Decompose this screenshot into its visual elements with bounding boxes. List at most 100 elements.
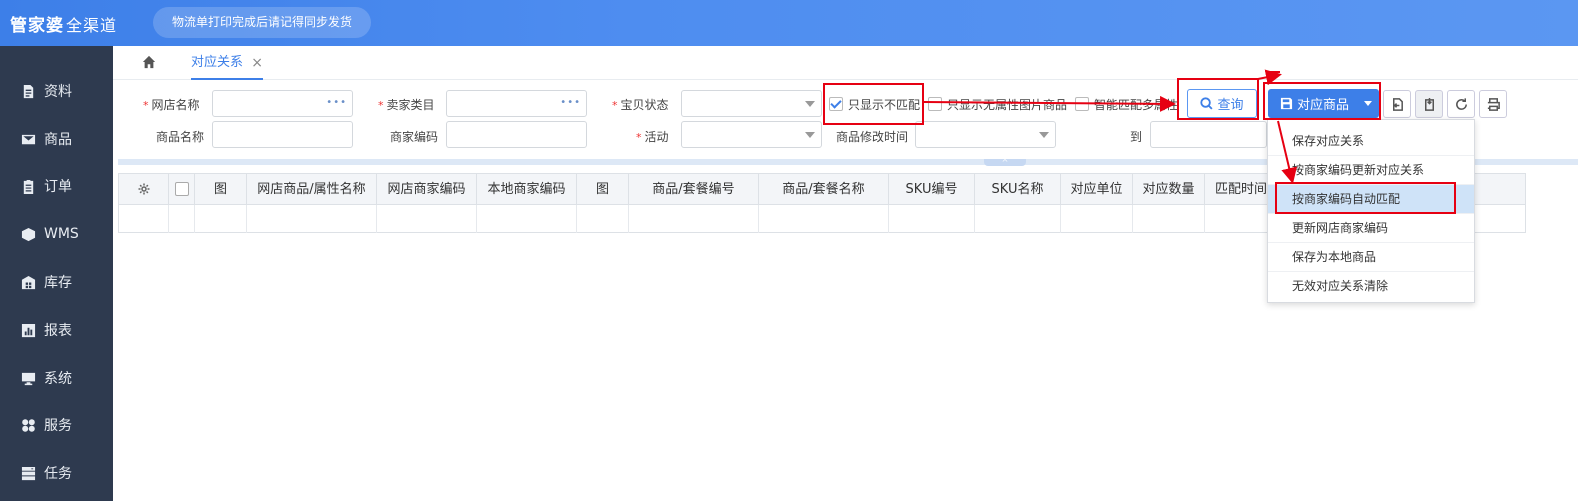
annotation-box-unmatched [823,83,924,125]
sidebar-item-label: 系统 [44,371,72,387]
document-icon [20,83,36,99]
logo-sub: 全渠道 [66,16,118,35]
sidebar-item-label: 资料 [44,84,72,100]
table-cell [247,205,377,233]
home-icon[interactable] [142,55,158,71]
column-header[interactable]: 网店商品/属性名称 [247,174,377,205]
annotation-box-match [1263,82,1381,120]
sidebar-item-reports[interactable]: 报表 [0,310,113,350]
column-header[interactable]: 对应数量 [1133,174,1205,205]
sidebar-item-label: 服务 [44,418,72,434]
sidebar: 资料 商品 订单 WMS 库存 报表 系统 服务 任务 [0,46,113,501]
merchant-code-input[interactable] [446,121,587,148]
table-cell [119,205,169,233]
sidebar-item-inventory[interactable]: 库存 [0,262,113,302]
warehouse-icon [20,274,36,290]
export-icon [1424,97,1434,111]
annotation-box-query [1177,78,1259,120]
table-cell [477,205,577,233]
chart-icon [20,322,36,338]
column-header[interactable]: 对应单位 [1061,174,1133,205]
column-header[interactable]: 本地商家编码 [477,174,577,205]
refresh-button[interactable] [1447,90,1475,118]
smart-match-label: 智能匹配多属性 [1094,98,1179,112]
tab-mapping[interactable]: 对应关系 × [191,46,264,80]
more-icon[interactable]: ••• [560,97,581,108]
import-icon [1392,97,1403,111]
menu-item-save-mapping[interactable]: 保存对应关系 [1268,127,1474,156]
modify-time-label: 商品修改时间 [836,130,909,144]
table-cell [975,205,1061,233]
sidebar-item-label: 库存 [44,275,72,291]
table-cell [577,205,629,233]
column-header[interactable]: SKU名称 [975,174,1061,205]
table-cell [759,205,889,233]
top-bar: 管家婆 全渠道 物流单打印完成后请记得同步发货 [0,0,1578,46]
menu-item-update-by-code[interactable]: 按商家编码更新对应关系 [1268,156,1474,185]
print-button[interactable] [1479,90,1507,118]
sidebar-item-tasks[interactable]: 任务 [0,453,113,493]
sidebar-item-services[interactable]: 服务 [0,405,113,445]
tab-label: 对应关系 [191,55,244,70]
refresh-icon [1455,97,1467,110]
notice-banner[interactable]: 物流单打印完成后请记得同步发货 [153,7,371,38]
column-header[interactable]: 图 [577,174,629,205]
shop-name-input[interactable]: ••• [212,90,353,117]
more-icon[interactable]: ••• [326,97,347,108]
seller-category-label: * 卖家类目 [378,98,435,112]
column-header[interactable]: 网店商家编码 [377,174,477,205]
sidebar-item-label: WMS [44,226,79,242]
select-all-checkbox[interactable] [174,182,189,196]
table-cell [195,205,247,233]
product-name-input[interactable] [212,121,353,148]
column-header[interactable]: SKU编号 [889,174,975,205]
chevron-down-icon [1039,132,1049,138]
sidebar-item-label: 订单 [44,179,72,195]
table-cell [377,205,477,233]
column-settings-icon[interactable] [119,174,169,205]
sidebar-item-wms[interactable]: WMS [0,214,113,254]
item-status-select[interactable] [681,90,822,117]
item-status-label: * 宝贝状态 [612,98,669,112]
chevron-down-icon [805,101,815,107]
table-cell [169,205,195,233]
sidebar-item-orders[interactable]: 订单 [0,166,113,206]
menu-item-save-as-local[interactable]: 保存为本地商品 [1268,243,1474,272]
sidebar-item-label: 任务 [44,466,72,482]
server-icon [20,465,36,481]
grid-icon [20,417,36,433]
import-button[interactable] [1383,90,1411,118]
annotation-box-menu-item [1275,182,1456,214]
sidebar-item-label: 报表 [44,323,72,339]
monitor-icon [20,370,36,386]
product-name-label: 商品名称 [156,130,205,144]
menu-item-clear-invalid[interactable]: 无效对应关系清除 [1268,272,1474,301]
seller-category-input[interactable]: ••• [446,90,587,117]
collapse-icon[interactable]: ^ [984,159,1026,167]
column-header[interactable]: 商品/套餐名称 [759,174,889,205]
only-no-attr-image-label: 只显示无属性图片商品 [947,98,1067,112]
modify-time-end-select[interactable] [1150,121,1267,148]
smart-match-checkbox[interactable] [1075,97,1089,111]
column-header[interactable]: 图 [195,174,247,205]
column-header[interactable]: 商品/套餐编号 [629,174,759,205]
only-no-attr-image-checkbox[interactable] [928,97,942,111]
close-icon[interactable]: × [251,46,263,80]
table-cell [889,205,975,233]
select-all-cell [169,174,195,205]
menu-item-update-shop-code[interactable]: 更新网店商家编码 [1268,214,1474,243]
table-cell [1061,205,1133,233]
shop-name-label: * 网店名称 [143,98,200,112]
app-logo[interactable]: 管家婆 全渠道 [10,11,117,36]
sidebar-item-data[interactable]: 资料 [0,71,113,111]
export-button[interactable] [1415,90,1443,118]
table-cell [1133,205,1205,233]
clipboard-icon [20,178,36,194]
sidebar-item-system[interactable]: 系统 [0,358,113,398]
to-label: 到 [1130,130,1143,144]
sidebar-item-products[interactable]: 商品 [0,119,113,159]
print-icon [1487,97,1500,111]
modify-time-start-select[interactable] [915,121,1056,148]
activity-select[interactable] [681,121,822,148]
logo-main: 管家婆 [10,16,64,36]
